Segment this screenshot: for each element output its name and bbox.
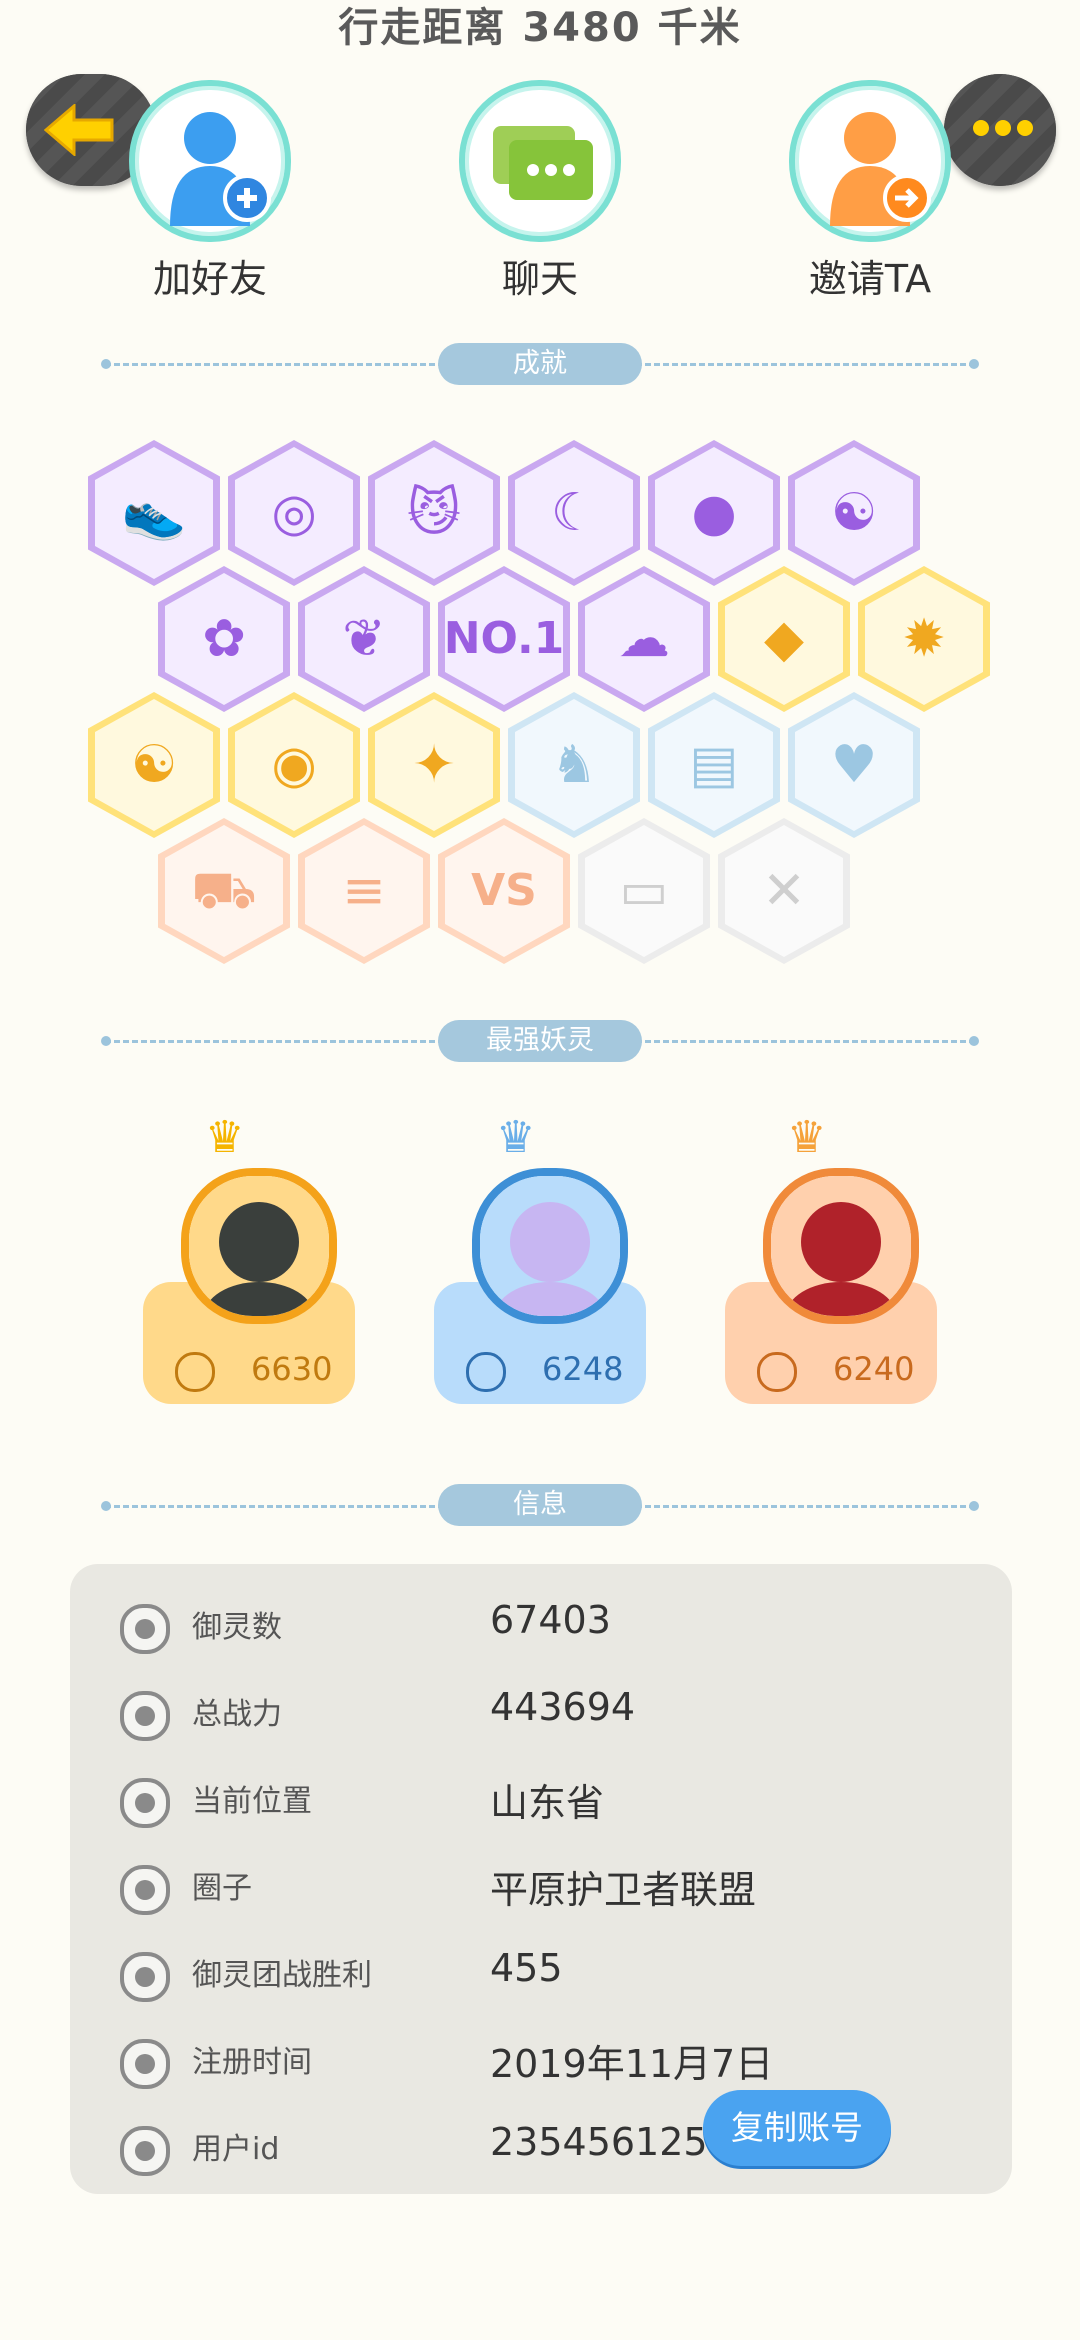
id-icon <box>120 2126 170 2176</box>
open-book-icon: ▤ <box>689 735 739 795</box>
achievement-badge[interactable]: NO.1 <box>438 566 570 712</box>
info-row: 注册时间 2019年11月7日 <box>70 2019 1012 2106</box>
sad-spirit-icon: ☁ <box>618 609 670 669</box>
spirit-power-value: 6248 <box>542 1350 624 1388</box>
yin-yang-icon: ☯ <box>830 483 878 543</box>
sneaker-icon: 👟 <box>121 483 187 543</box>
crown-icon: ♛ <box>496 1112 536 1163</box>
target-icon: ◎ <box>271 483 317 543</box>
section-title-info: 信息 <box>438 1484 642 1526</box>
info-row: 总战力 443694 <box>70 1671 1012 1758</box>
moon-icon: ☾ <box>550 483 598 543</box>
spirit-avatar <box>472 1168 628 1324</box>
cat-face-icon: 😼 <box>406 483 462 543</box>
gem-icon: ◆ <box>764 609 804 669</box>
info-label: 当前位置 <box>192 1784 312 1819</box>
achievement-badge[interactable]: ✹ <box>858 566 990 712</box>
belt-icon: ▭ <box>619 861 669 921</box>
achievement-badge[interactable]: ● <box>648 440 780 586</box>
achievement-badge[interactable]: ▭ <box>578 818 710 964</box>
circle-icon <box>120 1865 170 1915</box>
crown-icon: ♛ <box>787 1112 827 1163</box>
achievement-badge[interactable]: ≡ <box>298 818 430 964</box>
power-icon <box>120 1691 170 1741</box>
info-row: 御灵团战胜利 455 <box>70 1932 1012 2019</box>
copy-account-button[interactable]: 复制账号 <box>703 2090 891 2166</box>
info-row: 御灵数 67403 <box>70 1584 1012 1671</box>
info-value: 2019年11月7日 <box>490 2042 774 2086</box>
fish-spirit-icon: ❦ <box>342 609 386 669</box>
spirit-power-value: 6630 <box>251 1350 333 1388</box>
achievement-badge[interactable]: ⛟ <box>158 818 290 964</box>
scroll-icon: ◉ <box>271 735 317 795</box>
crown-icon: ♛ <box>205 1112 245 1163</box>
section-title-top-spirits: 最强妖灵 <box>438 1020 642 1062</box>
info-value: 443694 <box>490 1685 636 1729</box>
demon-icon: ♞ <box>550 735 598 795</box>
achievement-badge[interactable]: ♥ <box>788 692 920 838</box>
crossed-swords-icon: ✕ <box>762 861 806 921</box>
info-label: 圈子 <box>192 1871 252 1906</box>
cart-cat-icon: ⛟ <box>191 861 257 921</box>
achievement-badge[interactable]: 👟 <box>88 440 220 586</box>
taiji-book-icon: ☯ <box>130 735 178 795</box>
invite-button[interactable]: 邀请TA <box>760 80 980 303</box>
spirit-count-icon <box>120 1604 170 1654</box>
orb-icon: ● <box>691 483 737 543</box>
team-win-icon <box>120 1952 170 2002</box>
add-friend-icon <box>129 80 291 242</box>
flame-spirit-icon: ✹ <box>902 609 946 669</box>
dog-list-icon: ≡ <box>342 861 386 921</box>
location-icon <box>120 1778 170 1828</box>
achievement-badge[interactable]: ◆ <box>718 566 850 712</box>
chat-button[interactable]: 聊天 <box>430 80 650 303</box>
add-friend-button[interactable]: 加好友 <box>100 80 320 303</box>
no1-icon: NO.1 <box>443 613 565 664</box>
achievement-badge[interactable]: ♞ <box>508 692 640 838</box>
info-value: 平原护卫者联盟 <box>490 1868 757 1912</box>
power-icon <box>175 1352 215 1392</box>
clock-icon <box>120 2039 170 2089</box>
achievement-badge[interactable]: 😼 <box>368 440 500 586</box>
info-value: 455 <box>490 1946 563 1990</box>
achievement-badge[interactable]: ☯ <box>88 692 220 838</box>
power-icon <box>466 1352 506 1392</box>
achievement-badge[interactable]: ▤ <box>648 692 780 838</box>
achievement-badge[interactable]: VS <box>438 818 570 964</box>
love-cats-icon: ♥ <box>830 735 878 795</box>
achievement-badge[interactable]: ◉ <box>228 692 360 838</box>
section-title-achievements: 成就 <box>438 343 642 385</box>
achievement-badge[interactable]: ☾ <box>508 440 640 586</box>
achievement-badge[interactable]: ❦ <box>298 566 430 712</box>
chat-label: 聊天 <box>501 257 578 301</box>
vs-icon: VS <box>471 865 537 916</box>
info-label: 总战力 <box>192 1697 282 1732</box>
achievement-badge[interactable]: ☯ <box>788 440 920 586</box>
info-label: 用户id <box>192 2132 280 2167</box>
invite-label: 邀请TA <box>808 257 932 301</box>
spirit-power-value: 6240 <box>833 1350 915 1388</box>
achievement-badge[interactable]: ✿ <box>158 566 290 712</box>
beast-icon: ✦ <box>412 735 456 795</box>
info-row: 圈子 平原护卫者联盟 <box>70 1845 1012 1932</box>
chat-icon <box>459 80 621 242</box>
fox-spirit-icon: ✿ <box>202 609 246 669</box>
info-row: 当前位置 山东省 <box>70 1758 1012 1845</box>
achievement-badge[interactable]: ✦ <box>368 692 500 838</box>
power-icon <box>757 1352 797 1392</box>
info-value: 山东省 <box>490 1781 605 1825</box>
achievement-badge[interactable]: ☁ <box>578 566 710 712</box>
achievement-badge[interactable]: ◎ <box>228 440 360 586</box>
spirit-avatar <box>763 1168 919 1324</box>
info-value: 67403 <box>490 1598 611 1642</box>
invite-icon <box>789 80 951 242</box>
info-label: 注册时间 <box>192 2045 312 2080</box>
add-friend-label: 加好友 <box>152 257 267 301</box>
achievement-badge[interactable]: ✕ <box>718 818 850 964</box>
info-label: 御灵团战胜利 <box>192 1958 372 1993</box>
spirit-avatar <box>181 1168 337 1324</box>
info-label: 御灵数 <box>192 1610 282 1645</box>
page-title: 行走距离 3480 千米 <box>338 5 742 51</box>
